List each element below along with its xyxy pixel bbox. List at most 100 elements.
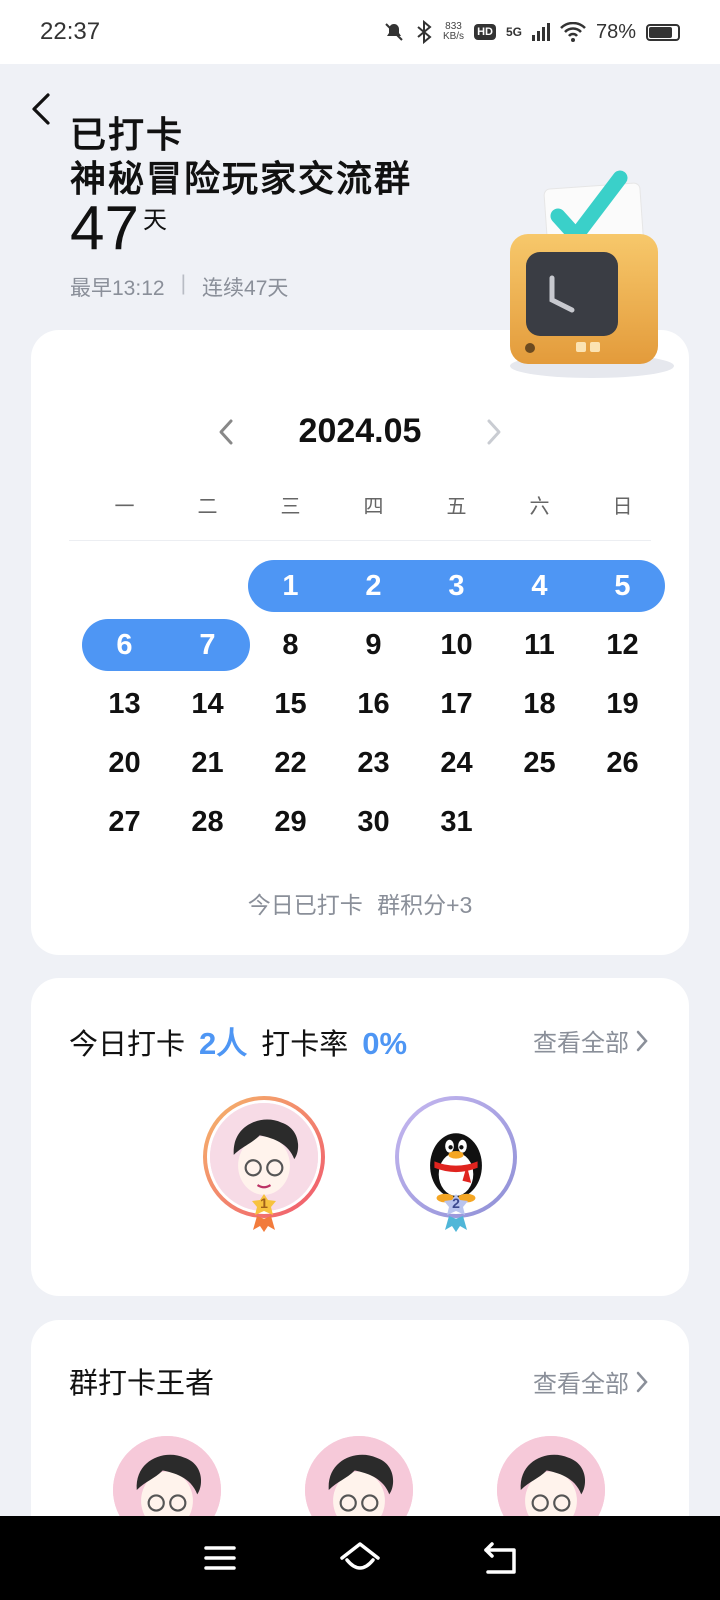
weekday-header: 一二三四五六日 <box>83 490 665 519</box>
kings-view-all-link[interactable]: 查看全部 <box>533 1364 649 1399</box>
calendar-day[interactable]: 26 <box>581 737 664 789</box>
weekday-label: 一 <box>114 496 135 518</box>
calendar-day[interactable]: 1 <box>249 560 332 612</box>
calendar-day[interactable]: 9 <box>332 619 415 671</box>
calendar-day[interactable]: 5 <box>581 560 664 612</box>
days-unit: 天 <box>142 207 167 234</box>
calendar-day[interactable]: 28 <box>166 796 249 848</box>
calendar-day[interactable]: 21 <box>166 737 249 789</box>
calendar-day[interactable]: 8 <box>249 619 332 671</box>
calendar-day[interactable]: 12 <box>581 619 664 671</box>
earliest-time: 最早13:12 <box>70 277 165 300</box>
calendar-day[interactable]: 17 <box>415 678 498 730</box>
weekday-label: 二 <box>197 496 218 518</box>
weekday-label: 六 <box>529 496 550 518</box>
chevron-right-icon <box>636 1371 648 1392</box>
today-view-all-link[interactable]: 查看全部 <box>533 1023 649 1058</box>
hd-badge: HD <box>474 24 496 40</box>
days-count: 47 <box>70 194 139 263</box>
weekday-label: 四 <box>363 496 384 518</box>
calendar-week-row: 20 21 22 23 24 25 26 <box>83 737 665 796</box>
checkin-clock-box-illustration <box>510 170 674 378</box>
calendar-week-row: 13 14 15 16 17 18 19 <box>83 678 665 737</box>
calendar-day[interactable]: 31 <box>415 796 498 848</box>
calendar-card: 2024.05 一二三四五六日 1 2 3 4 5 6 7 8 9 10 11 12 13 14 15 16 1… <box>31 330 689 955</box>
network-type: 5G <box>505 25 522 39</box>
status-bar: 22:37 833 KB/s HD 5G 78% <box>0 0 720 64</box>
calendar-grid: 1 2 3 4 5 6 7 8 9 10 11 12 13 14 15 16 17 18 19 20 21 22 23 24 2… <box>82 560 665 855</box>
weekday-label: 五 <box>446 496 467 518</box>
calendar-day[interactable]: 18 <box>498 678 581 730</box>
calendar-day[interactable]: 24 <box>415 737 498 789</box>
calendar-day[interactable]: 22 <box>249 737 332 789</box>
calendar-day[interactable]: 11 <box>498 619 581 671</box>
calendar-week-row: 12345 <box>83 560 665 619</box>
checkin-sub-info: 最早13:12 | 连续47天 <box>70 272 288 302</box>
calendar-day[interactable]: 3 <box>415 560 498 612</box>
chevron-right-icon <box>636 1030 648 1051</box>
calendar-day[interactable]: 4 <box>498 560 581 612</box>
calendar-day[interactable]: 6 <box>83 619 166 671</box>
rank-number: 1 <box>260 1195 268 1211</box>
calendar-day[interactable]: 30 <box>332 796 415 848</box>
menu-icon[interactable] <box>198 1536 242 1580</box>
prev-month-icon[interactable] <box>215 417 239 447</box>
calendar-day[interactable]: 29 <box>249 796 332 848</box>
calendar-day[interactable]: 27 <box>83 796 166 848</box>
status-time: 22:37 <box>40 18 101 45</box>
weekday-label: 日 <box>612 496 633 518</box>
calendar-day[interactable]: 13 <box>83 678 166 730</box>
mute-icon <box>385 23 403 41</box>
system-nav-bar <box>0 1516 720 1600</box>
calendar-day[interactable]: 2 <box>332 560 415 612</box>
status-icons: 833 KB/s HD 5G 78% <box>383 20 680 44</box>
calendar-day[interactable]: 7 <box>166 619 249 671</box>
back-arrow-icon[interactable] <box>26 92 60 126</box>
days-counter: 47 天 <box>70 196 167 262</box>
calendar-day[interactable]: 25 <box>498 737 581 789</box>
today-checkin-label: 今日打卡 <box>69 1029 186 1061</box>
view-all-label: 查看全部 <box>533 1371 629 1398</box>
today-checkin-summary: 今日打卡 2人 打卡率 0% <box>69 1018 407 1063</box>
weekday-label: 三 <box>280 496 301 518</box>
calendar-day[interactable]: 10 <box>415 619 498 671</box>
today-checkin-header: 今日打卡 2人 打卡率 0% 查看全部 <box>69 1018 649 1063</box>
calendar-empty-cell <box>498 796 581 848</box>
calendar-week-row: 6 7 8 9 10 11 12 <box>82 619 665 678</box>
checkin-rate-label: 打卡率 <box>261 1029 349 1061</box>
calendar-divider <box>69 540 651 541</box>
calendar-empty-cell <box>83 560 166 612</box>
battery-icon <box>646 23 680 41</box>
next-month-icon[interactable] <box>481 417 505 447</box>
battery-percent: 78% <box>595 20 636 43</box>
view-all-label: 查看全部 <box>533 1030 629 1057</box>
bluetooth-icon <box>417 20 432 44</box>
network-speed: 833 KB/s <box>442 21 465 42</box>
calendar-empty-cell <box>166 560 249 612</box>
today-checkin-note: 今日已打卡 群积分+3 <box>247 892 473 918</box>
wifi-icon <box>560 22 586 42</box>
calendar-week-row: 27 28 29 30 31 <box>83 796 665 855</box>
month-label: 2024.05 <box>298 412 422 450</box>
kings-title: 群打卡王者 <box>69 1368 215 1400</box>
checkin-rate-value: 0% <box>362 1026 408 1061</box>
home-icon[interactable] <box>338 1536 382 1580</box>
month-navigator: 2024.05 <box>31 412 689 451</box>
calendar-day[interactable]: 20 <box>83 737 166 789</box>
signal-icon <box>531 23 550 41</box>
today-checkin-count: 2人 <box>199 1026 248 1061</box>
back-icon[interactable] <box>478 1536 522 1580</box>
calendar-day[interactable]: 23 <box>332 737 415 789</box>
member-avatar-rank-2[interactable]: 2 <box>395 1096 517 1234</box>
rank-number: 2 <box>452 1195 460 1211</box>
streak-days: 连续47天 <box>202 277 289 300</box>
today-checkin-card: 今日打卡 2人 打卡率 0% 查看全部 1 2 <box>31 978 689 1296</box>
calendar-day[interactable]: 14 <box>166 678 249 730</box>
checkin-member-list: 1 2 <box>31 1096 689 1234</box>
calendar-empty-cell <box>581 796 664 848</box>
member-avatar-rank-1[interactable]: 1 <box>203 1096 325 1234</box>
info-separator: | <box>180 272 187 295</box>
calendar-day[interactable]: 15 <box>249 678 332 730</box>
calendar-day[interactable]: 16 <box>332 678 415 730</box>
calendar-day[interactable]: 19 <box>581 678 664 730</box>
